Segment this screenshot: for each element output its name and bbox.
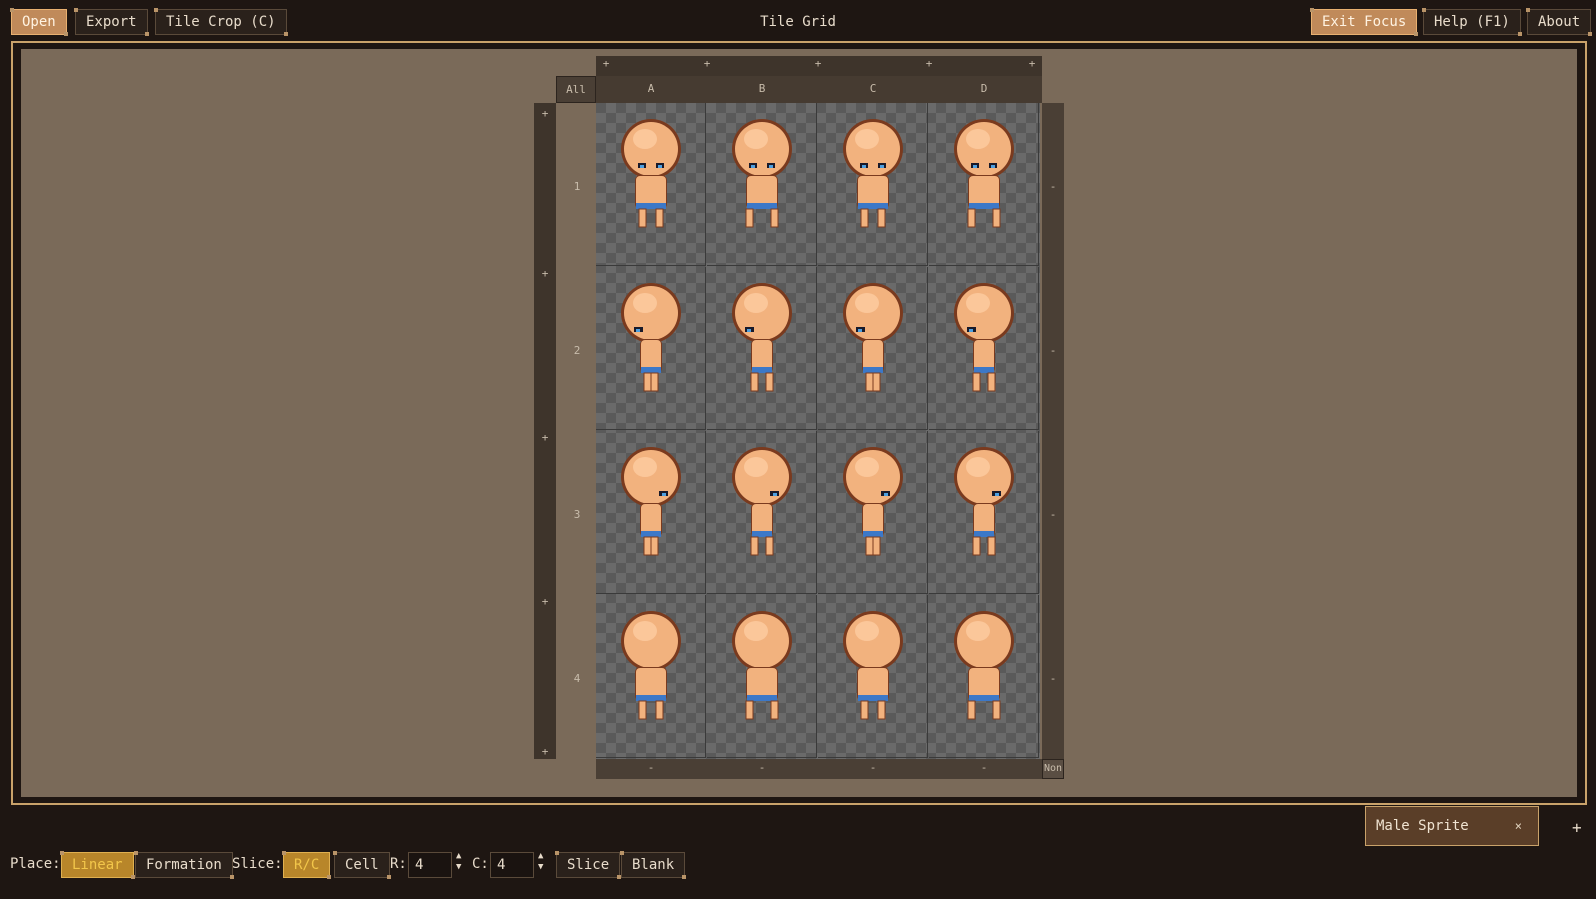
- character-sprite: [621, 283, 681, 392]
- character-sprite: [621, 447, 681, 556]
- character-sprite: [954, 611, 1014, 720]
- remove-column-button[interactable]: -: [755, 761, 769, 774]
- character-sprite: [954, 119, 1014, 228]
- row-header-label: 3: [573, 508, 581, 521]
- tile-cell[interactable]: [929, 431, 1039, 594]
- column-remove-strip: [596, 759, 1042, 779]
- rows-stepper[interactable]: ▲ ▼: [456, 851, 461, 873]
- add-column-button[interactable]: +: [1025, 57, 1039, 70]
- add-column-button[interactable]: +: [599, 57, 613, 70]
- close-icon[interactable]: ×: [1515, 807, 1522, 845]
- place-label: Place:: [10, 856, 61, 872]
- add-row-button[interactable]: +: [538, 107, 552, 120]
- row-header-label: 4: [573, 672, 581, 685]
- cols-label: C:: [472, 856, 489, 872]
- character-sprite: [621, 119, 681, 228]
- add-row-button[interactable]: +: [538, 745, 552, 758]
- canvas-area[interactable]: All Non A - B - C - D - + + + + +1 - 2 - 3 - 4 - + + + + +: [21, 49, 1577, 797]
- character-sprite: [843, 447, 903, 556]
- column-header-label: A: [647, 82, 655, 95]
- tile-cell[interactable]: [707, 595, 817, 758]
- character-sprite: [621, 611, 681, 720]
- row-header-label: 2: [573, 344, 581, 357]
- select-none-label: Non: [1043, 763, 1063, 774]
- chevron-up-icon[interactable]: ▲: [538, 851, 543, 862]
- tile-cell[interactable]: [929, 103, 1039, 266]
- tile-cell[interactable]: [596, 103, 706, 266]
- tile-cell[interactable]: [707, 267, 817, 430]
- character-sprite: [732, 611, 792, 720]
- rc-button[interactable]: R/C: [281, 851, 332, 879]
- cols-stepper[interactable]: ▲ ▼: [538, 851, 543, 873]
- chevron-down-icon[interactable]: ▼: [538, 862, 543, 873]
- row-remove-strip: [1042, 103, 1064, 759]
- column-header-label: B: [758, 82, 766, 95]
- remove-column-button[interactable]: -: [644, 761, 658, 774]
- tile-cell[interactable]: [818, 431, 928, 594]
- chevron-up-icon[interactable]: ▲: [456, 851, 461, 862]
- workspace-frame: All Non A - B - C - D - + + + + +1 - 2 - 3 - 4 - + + + + +: [11, 41, 1587, 805]
- tile-cell[interactable]: [929, 267, 1039, 430]
- character-sprite: [732, 119, 792, 228]
- exit-focus-button[interactable]: Exit Focus: [1309, 8, 1419, 36]
- add-column-button[interactable]: +: [922, 57, 936, 70]
- character-sprite: [732, 447, 792, 556]
- select-all-label: All: [566, 83, 586, 96]
- blank-button[interactable]: Blank: [619, 851, 687, 879]
- chevron-down-icon[interactable]: ▼: [456, 862, 461, 873]
- cell-button[interactable]: Cell: [333, 851, 391, 879]
- character-sprite: [843, 611, 903, 720]
- rows-label: R:: [390, 856, 407, 872]
- formation-button[interactable]: Formation: [134, 851, 234, 879]
- character-sprite: [954, 283, 1014, 392]
- linear-button[interactable]: Linear: [60, 851, 135, 879]
- sprite-tab[interactable]: Male Sprite ×: [1365, 806, 1539, 846]
- tile-cell[interactable]: [818, 103, 928, 266]
- remove-column-button[interactable]: -: [977, 761, 991, 774]
- tile-cell[interactable]: [596, 595, 706, 758]
- add-column-button[interactable]: +: [700, 57, 714, 70]
- tile-cell[interactable]: [596, 431, 706, 594]
- help-button[interactable]: Help (F1): [1422, 8, 1522, 36]
- slice-label: Slice:: [232, 856, 283, 872]
- add-row-button[interactable]: +: [538, 267, 552, 280]
- sprite-tab-label: Male Sprite: [1376, 818, 1469, 834]
- add-row-button[interactable]: +: [538, 431, 552, 444]
- remove-row-button[interactable]: -: [1046, 344, 1060, 357]
- character-sprite: [954, 447, 1014, 556]
- column-header-label: C: [869, 82, 877, 95]
- remove-column-button[interactable]: -: [866, 761, 880, 774]
- character-sprite: [843, 283, 903, 392]
- cols-input[interactable]: 4: [490, 852, 534, 878]
- column-header-strip: [596, 76, 1042, 103]
- tile-cell[interactable]: [818, 595, 928, 758]
- tile-cell[interactable]: [707, 431, 817, 594]
- tile-cell[interactable]: [707, 103, 817, 266]
- tile-cell[interactable]: [929, 595, 1039, 758]
- row-header-label: 1: [573, 180, 581, 193]
- character-sprite: [732, 283, 792, 392]
- slice-button[interactable]: Slice: [554, 851, 622, 879]
- remove-row-button[interactable]: -: [1046, 508, 1060, 521]
- remove-row-button[interactable]: -: [1046, 672, 1060, 685]
- rows-input[interactable]: 4: [408, 852, 452, 878]
- tile-cell[interactable]: [596, 267, 706, 430]
- tile-cell[interactable]: [818, 267, 928, 430]
- select-all-button[interactable]: All: [556, 76, 596, 103]
- remove-row-button[interactable]: -: [1046, 180, 1060, 193]
- select-none-button[interactable]: Non: [1042, 759, 1064, 779]
- add-row-button[interactable]: +: [538, 595, 552, 608]
- about-button[interactable]: About: [1525, 8, 1593, 36]
- add-tab-button[interactable]: +: [1572, 818, 1582, 837]
- character-sprite: [843, 119, 903, 228]
- column-header-label: D: [980, 82, 988, 95]
- add-column-button[interactable]: +: [811, 57, 825, 70]
